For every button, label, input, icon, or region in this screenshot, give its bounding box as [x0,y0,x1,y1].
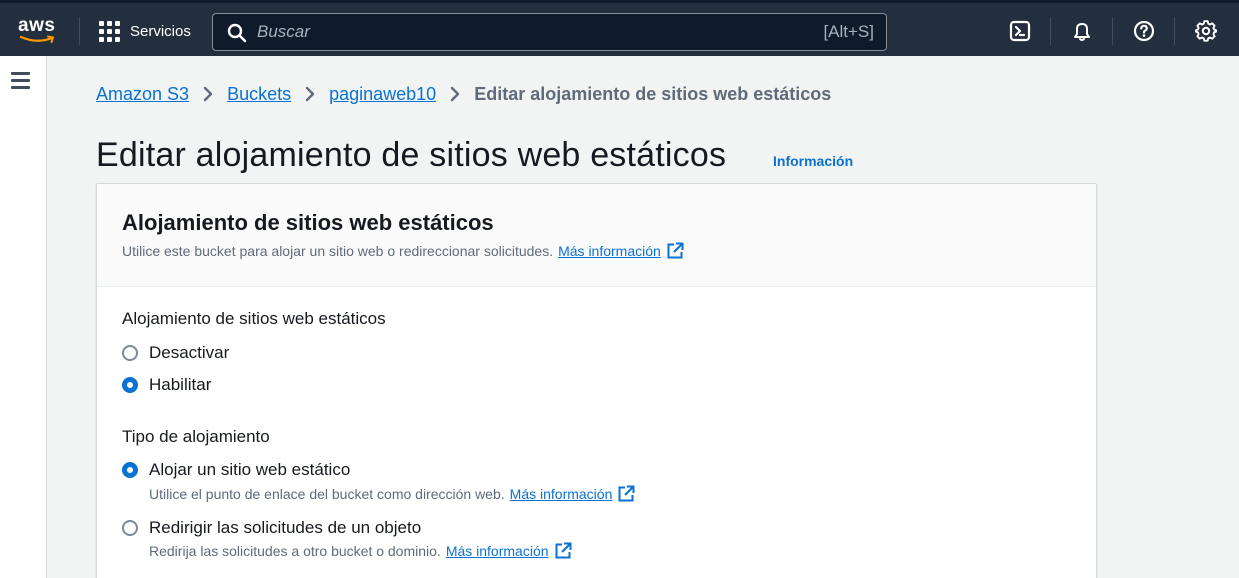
nav-divider [1050,17,1051,45]
panel-description: Utilice este bucket para alojar un sitio… [122,242,684,260]
radio-label: Alojar un sitio web estático [149,460,351,479]
chevron-right-icon [450,86,460,102]
page-title: Editar alojamiento de sitios web estátic… [96,136,727,174]
side-navigation-strip [0,56,47,578]
search-icon [227,23,247,43]
radio-button[interactable] [122,345,138,361]
hosting-type-field-label: Tipo de alojamiento [122,427,270,446]
nav-divider [1174,17,1175,45]
nav-divider [79,17,80,45]
radio-description-text: Utilice el punto de enlace del bucket co… [149,486,505,502]
chevron-right-icon [203,86,213,102]
breadcrumb-current: Editar alojamiento de sitios web estátic… [474,83,832,104]
radio-description-text: Redirija las solicitudes a otro bucket o… [149,543,441,559]
more-info-link[interactable]: Más información [446,543,549,559]
services-label: Servicios [130,22,191,40]
bell-icon[interactable] [1070,19,1094,43]
external-link-icon[interactable] [617,485,635,503]
hosting-field-label: Alojamiento de sitios web estáticos [122,309,386,328]
more-info-link[interactable]: Más información [510,486,613,502]
cloudshell-icon[interactable] [1008,19,1032,43]
panel-title: Alojamiento de sitios web estáticos [122,210,494,235]
panel-description-text: Utilice este bucket para alojar un sitio… [122,243,554,259]
radio-label: Desactivar [149,343,230,362]
grid-icon [99,20,120,42]
chevron-right-icon [305,86,315,102]
radio-button-checked[interactable] [122,377,138,393]
radio-host-static-site[interactable]: Alojar un sitio web estático [122,460,350,480]
breadcrumb: Amazon S3 Buckets paginaweb10 Editar alo… [96,82,831,106]
nav-divider [1112,17,1113,45]
breadcrumb-link-amazon-s3[interactable]: Amazon S3 [96,84,189,105]
menu-icon[interactable] [11,72,31,90]
breadcrumb-link-buckets[interactable]: Buckets [227,84,291,105]
radio-description: Utilice el punto de enlace del bucket co… [149,485,635,503]
search-box[interactable]: [Alt+S] [212,13,887,51]
settings-icon[interactable] [1194,19,1218,43]
radio-redirect-requests[interactable]: Redirigir las solicitudes de un objeto [122,518,421,538]
radio-disable[interactable]: Desactivar [122,343,229,363]
radio-description: Redirija las solicitudes a otro bucket o… [149,542,572,560]
breadcrumb-link-bucket[interactable]: paginaweb10 [329,84,436,105]
radio-label: Habilitar [149,375,212,394]
radio-button[interactable] [122,520,138,536]
top-navigation: aws Servicios [Alt+S] [0,0,1239,56]
radio-label: Redirigir las solicitudes de un objeto [149,518,422,537]
help-icon[interactable] [1132,19,1156,43]
info-link[interactable]: Información [773,153,853,169]
search-input[interactable] [257,20,757,44]
aws-logo[interactable]: aws [18,13,60,47]
search-shortcut-hint: [Alt+S] [823,22,874,41]
panel-header: Alojamiento de sitios web estáticos Util… [97,184,1096,287]
static-hosting-panel: Alojamiento de sitios web estáticos Util… [96,183,1097,578]
radio-button-checked[interactable] [122,462,138,478]
external-link-icon[interactable] [666,242,684,260]
aws-smile-icon [19,35,55,43]
external-link-icon[interactable] [554,542,572,560]
aws-logo-text: aws [18,15,56,36]
more-info-link[interactable]: Más información [558,243,661,259]
services-menu-button[interactable]: Servicios [99,18,191,44]
radio-enable[interactable]: Habilitar [122,375,211,395]
